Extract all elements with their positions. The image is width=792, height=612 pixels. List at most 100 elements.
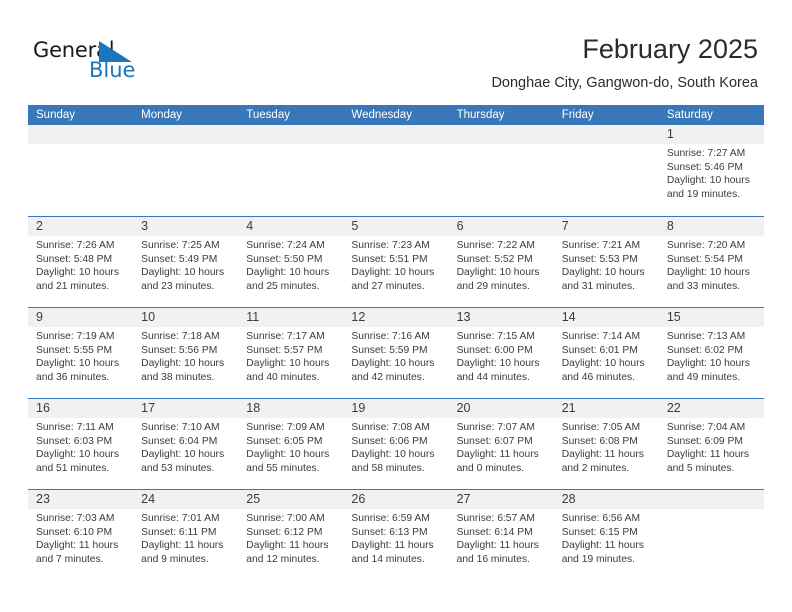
day-sun-info: Sunrise: 7:05 AM Sunset: 6:08 PM Daylight:… — [554, 418, 659, 475]
day-cell-empty — [448, 125, 554, 215]
sunrise-text: Sunrise: 7:11 AM — [36, 422, 114, 433]
day-number: 23 — [28, 490, 134, 509]
day-cell[interactable]: 28 Sunrise: 6:56 AM Sunset: 6:15 PM Dayligh… — [553, 490, 659, 580]
day-sun-info: Sunrise: 6:57 AM Sunset: 6:14 PM Daylight:… — [449, 509, 554, 566]
day-sun-info: Sunrise: 7:27 AM Sunset: 5:46 PM Daylight:… — [659, 144, 764, 201]
sunset-text: Sunset: 6:02 PM — [666, 344, 743, 356]
day-sun-info: Sunrise: 6:56 AM Sunset: 6:15 PM Daylight:… — [554, 509, 659, 566]
day-sun-info: Sunrise: 7:09 AM Sunset: 6:05 PM Daylight:… — [238, 418, 343, 475]
calendar-page: General Blue February 2025 Donghae City,… — [0, 0, 792, 612]
sunset-text: Sunset: 5:54 PM — [666, 253, 743, 265]
day-number — [448, 125, 554, 144]
day-sun-info: Sunrise: 7:25 AM Sunset: 5:49 PM Daylight:… — [133, 236, 238, 293]
day-sun-info: Sunrise: 7:20 AM Sunset: 5:54 PM Daylight:… — [659, 236, 764, 293]
day-sun-info: Sunrise: 7:17 AM Sunset: 5:57 PM Daylight:… — [238, 327, 343, 384]
day-number: 2 — [28, 217, 134, 236]
day-cell[interactable]: 17 Sunrise: 7:10 AM Sunset: 6:04 PM Dayligh… — [133, 399, 239, 489]
day-number: 12 — [343, 308, 449, 327]
day-number: 11 — [238, 308, 344, 327]
sunrise-text: Sunrise: 7:16 AM — [351, 331, 430, 342]
sunset-text: Sunset: 6:11 PM — [141, 526, 217, 538]
calendar-week-row: 9 Sunrise: 7:19 AM Sunset: 5:55 PM Daylight… — [28, 307, 764, 398]
day-cell[interactable]: 10 Sunrise: 7:18 AM Sunset: 5:56 PM Dayligh… — [133, 308, 239, 398]
day-sun-info: Sunrise: 7:26 AM Sunset: 5:48 PM Daylight:… — [28, 236, 133, 293]
day-cell[interactable]: 15 Sunrise: 7:13 AM Sunset: 6:02 PM Dayligh… — [658, 308, 764, 398]
day-cell[interactable]: 8 Sunrise: 7:20 AM Sunset: 5:54 PM Daylight… — [658, 217, 764, 307]
sunset-text: Sunset: 6:04 PM — [141, 435, 218, 447]
day-sun-info: Sunrise: 7:18 AM Sunset: 5:56 PM Daylight:… — [133, 327, 238, 384]
day-cell[interactable]: 14 Sunrise: 7:14 AM Sunset: 6:01 PM Dayligh… — [553, 308, 659, 398]
sunset-text: Sunset: 6:07 PM — [456, 435, 533, 447]
day-cell[interactable]: 21 Sunrise: 7:05 AM Sunset: 6:08 PM Dayligh… — [553, 399, 659, 489]
day-cell[interactable]: 3 Sunrise: 7:25 AM Sunset: 5:49 PM Daylight… — [133, 217, 239, 307]
day-sun-info: Sunrise: 7:21 AM Sunset: 5:53 PM Daylight:… — [554, 236, 659, 293]
daylight-text: Daylight: 11 hours and 19 minutes. — [561, 540, 644, 565]
day-cell[interactable]: 5 Sunrise: 7:23 AM Sunset: 5:51 PM Daylight… — [343, 217, 449, 307]
day-number: 22 — [658, 399, 764, 418]
day-cell[interactable]: 4 Sunrise: 7:24 AM Sunset: 5:50 PM Daylight… — [238, 217, 344, 307]
day-cell[interactable]: 11 Sunrise: 7:17 AM Sunset: 5:57 PM Dayligh… — [238, 308, 344, 398]
sunset-text: Sunset: 5:59 PM — [351, 344, 428, 356]
day-cell[interactable]: 7 Sunrise: 7:21 AM Sunset: 5:53 PM Daylight… — [553, 217, 659, 307]
calendar-week-row: 1 Sunrise: 7:27 AM Sunset: 5:46 PM Daylight… — [28, 125, 764, 216]
day-cell[interactable]: 2 Sunrise: 7:26 AM Sunset: 5:48 PM Daylight… — [28, 217, 134, 307]
day-cell[interactable]: 12 Sunrise: 7:16 AM Sunset: 5:59 PM Dayligh… — [343, 308, 449, 398]
day-cell[interactable]: 22 Sunrise: 7:04 AM Sunset: 6:09 PM Dayligh… — [658, 399, 764, 489]
daylight-text: Daylight: 11 hours and 12 minutes. — [246, 540, 329, 565]
sunrise-text: Sunrise: 7:20 AM — [666, 240, 746, 251]
page-header: General Blue February 2025 Donghae City,… — [0, 0, 792, 104]
logo-text-blue: Blue — [89, 58, 136, 82]
sunrise-text: Sunrise: 6:59 AM — [351, 513, 430, 524]
day-sun-info: Sunrise: 7:11 AM Sunset: 6:03 PM Daylight:… — [28, 418, 133, 475]
day-cell[interactable]: 13 Sunrise: 7:15 AM Sunset: 6:00 PM Dayligh… — [448, 308, 554, 398]
sunrise-text: Sunrise: 7:27 AM — [666, 148, 746, 159]
day-cell[interactable]: 24 Sunrise: 7:01 AM Sunset: 6:11 PM Dayligh… — [133, 490, 239, 580]
day-cell[interactable]: 6 Sunrise: 7:22 AM Sunset: 5:52 PM Daylight… — [448, 217, 554, 307]
sunset-text: Sunset: 6:12 PM — [246, 526, 323, 538]
day-cell[interactable]: 20 Sunrise: 7:07 AM Sunset: 6:07 PM Dayligh… — [448, 399, 554, 489]
day-cell[interactable]: 16 Sunrise: 7:11 AM Sunset: 6:03 PM Dayligh… — [28, 399, 134, 489]
sunrise-text: Sunrise: 6:56 AM — [561, 513, 641, 524]
daylight-text: Daylight: 10 hours and 33 minutes. — [666, 267, 750, 292]
daylight-text: Daylight: 11 hours and 16 minutes. — [456, 540, 539, 565]
sunset-text: Sunset: 6:09 PM — [666, 435, 743, 447]
sunrise-text: Sunrise: 7:07 AM — [456, 422, 535, 433]
title-block: February 2025 Donghae City, Gangwon-do, … — [491, 33, 758, 92]
day-cell-empty — [658, 490, 764, 580]
weekday-header-monday: Monday — [141, 109, 183, 121]
weekday-header-thursday: Thursday — [456, 109, 505, 121]
day-cell[interactable]: 19 Sunrise: 7:08 AM Sunset: 6:06 PM Dayligh… — [343, 399, 449, 489]
day-cell[interactable]: 18 Sunrise: 7:09 AM Sunset: 6:05 PM Dayligh… — [238, 399, 344, 489]
day-cell[interactable]: 26 Sunrise: 6:59 AM Sunset: 6:13 PM Dayligh… — [343, 490, 449, 580]
sunset-text: Sunset: 6:10 PM — [36, 526, 113, 538]
sunrise-text: Sunrise: 7:00 AM — [246, 513, 325, 524]
day-cell-empty — [553, 125, 659, 215]
day-sun-info: Sunrise: 7:13 AM Sunset: 6:02 PM Daylight:… — [659, 327, 764, 384]
weekday-header-row: Sunday Monday Tuesday Wednesday Thursday Frid… — [28, 105, 764, 125]
day-cell[interactable]: 9 Sunrise: 7:19 AM Sunset: 5:55 PM Daylight… — [28, 308, 134, 398]
daylight-text: Daylight: 10 hours and 21 minutes. — [36, 267, 119, 292]
sunrise-text: Sunrise: 7:15 AM — [456, 331, 535, 342]
day-number — [133, 125, 239, 144]
day-sun-info: Sunrise: 7:00 AM Sunset: 6:12 PM Daylight:… — [238, 509, 343, 566]
sunset-text: Sunset: 6:15 PM — [561, 526, 638, 538]
day-cell[interactable]: 23 Sunrise: 7:03 AM Sunset: 6:10 PM Dayligh… — [28, 490, 134, 580]
daylight-text: Daylight: 10 hours and 31 minutes. — [561, 267, 645, 292]
daylight-text: Daylight: 10 hours and 25 minutes. — [246, 267, 330, 292]
day-sun-info: Sunrise: 7:08 AM Sunset: 6:06 PM Daylight:… — [343, 418, 448, 475]
day-number: 28 — [553, 490, 659, 509]
day-number: 9 — [28, 308, 134, 327]
calendar-week-row: 16 Sunrise: 7:11 AM Sunset: 6:03 PM Dayligh… — [28, 398, 764, 489]
daylight-text: Daylight: 10 hours and 58 minutes. — [351, 449, 435, 474]
sunrise-text: Sunrise: 7:25 AM — [141, 240, 220, 251]
day-cell[interactable]: 27 Sunrise: 6:57 AM Sunset: 6:14 PM Dayligh… — [448, 490, 554, 580]
sunrise-text: Sunrise: 7:09 AM — [246, 422, 325, 433]
day-sun-info: Sunrise: 7:22 AM Sunset: 5:52 PM Daylight:… — [449, 236, 554, 293]
day-cell[interactable]: 1 Sunrise: 7:27 AM Sunset: 5:46 PM Daylight… — [658, 125, 764, 215]
sunrise-text: Sunrise: 6:57 AM — [456, 513, 535, 524]
day-cell[interactable]: 25 Sunrise: 7:00 AM Sunset: 6:12 PM Dayligh… — [238, 490, 344, 580]
day-number: 4 — [238, 217, 344, 236]
day-cell-empty — [343, 125, 449, 215]
general-blue-logo[interactable]: General Blue — [33, 38, 173, 84]
day-sun-info: Sunrise: 7:01 AM Sunset: 6:11 PM Daylight:… — [133, 509, 238, 566]
